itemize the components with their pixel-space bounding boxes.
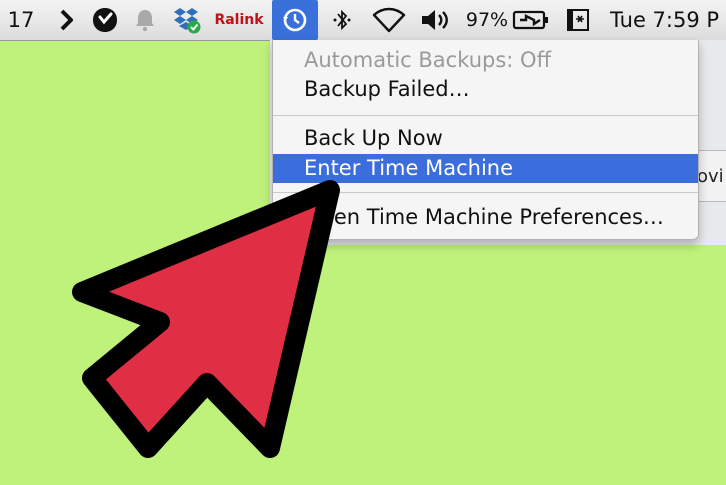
pointer-arrow-icon: [72, 180, 340, 458]
